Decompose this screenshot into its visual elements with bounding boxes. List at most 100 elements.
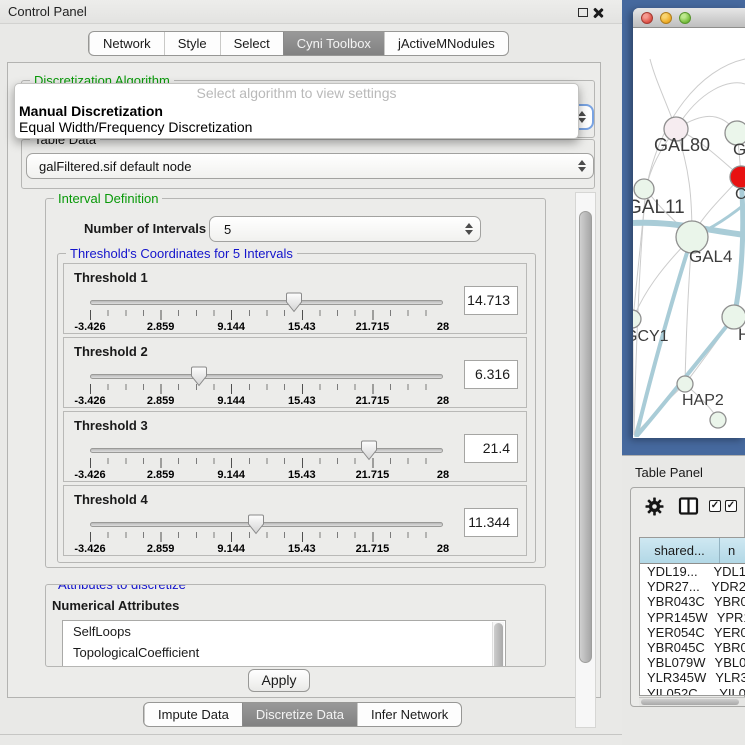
slider-ticks: [90, 384, 443, 394]
slider-track[interactable]: [90, 448, 443, 453]
threshold-list: Threshold 1 -3.426: [63, 263, 527, 556]
threshold-slider[interactable]: -3.426 2.859 9.144 15.43 21.715 28: [90, 294, 443, 334]
scrollbar-thumb[interactable]: [641, 699, 739, 705]
checkbox-icon[interactable]: ✓: [725, 500, 737, 512]
network-node-label: GAL11: [633, 197, 685, 218]
panel-scrollbar[interactable]: [575, 192, 596, 728]
table-row[interactable]: YDL19... YDL1: [640, 564, 745, 579]
zoom-traffic-light-icon[interactable]: [679, 12, 691, 24]
threshold-value-field[interactable]: 6.316: [464, 360, 518, 389]
top-tab[interactable]: Style: [164, 32, 220, 55]
bottom-tab[interactable]: Discretize Data: [242, 703, 357, 726]
column-header[interactable]: shared...: [640, 538, 720, 563]
table-row[interactable]: YBL079W YBL0: [640, 655, 745, 670]
group-title: Threshold's Coordinates for 5 Intervals: [66, 246, 297, 261]
minimize-traffic-light-icon[interactable]: [660, 12, 672, 24]
threshold-panel: Threshold 1 -3.426: [63, 263, 527, 334]
column-header[interactable]: n: [720, 538, 745, 563]
slider-ticks: [90, 532, 443, 542]
threshold-slider[interactable]: -3.426 2.859 9.144 15.43 21.715 28: [90, 516, 443, 556]
table-panel-title: Table Panel: [635, 465, 703, 480]
apply-button[interactable]: Apply: [248, 669, 310, 692]
slider-tick-label: 15.43: [288, 395, 316, 407]
slider-tick-label: 2.859: [147, 395, 175, 407]
top-tab[interactable]: Cyni Toolbox: [283, 32, 384, 55]
network-node-label: G: [733, 140, 745, 159]
network-node[interactable]: [634, 179, 654, 199]
threshold-panel: Threshold 2 -3.426: [63, 337, 527, 408]
slider-tick-label: 28: [437, 469, 449, 481]
slider-track[interactable]: [90, 374, 443, 379]
dropdown-item[interactable]: Manual Discretization: [15, 103, 578, 119]
threshold-value-field[interactable]: 21.4: [464, 434, 518, 463]
network-node-label: GAL80: [654, 135, 710, 155]
combo-stepper-icon: [578, 160, 586, 172]
slider-tick-label: 9.144: [217, 469, 245, 481]
top-tab[interactable]: jActiveMNodules: [384, 32, 508, 55]
table-row[interactable]: YBR043C YBR0: [640, 594, 745, 609]
window-bottom-edge: [0, 734, 622, 735]
checkbox-icon[interactable]: ✓: [709, 500, 721, 512]
table-horizontal-scrollbar[interactable]: [639, 697, 745, 706]
slider-ticks: [90, 458, 443, 468]
table-row[interactable]: YIL052C YIL0: [640, 686, 745, 697]
numerical-attributes-label: Numerical Attributes: [52, 598, 179, 613]
list-item[interactable]: SelfLoops: [63, 621, 505, 642]
table-panel-header: Table Panel: [622, 455, 745, 487]
columns-icon[interactable]: [678, 496, 699, 517]
float-window-icon[interactable]: [578, 8, 588, 17]
control-panel-titlebar: Control Panel: [0, 0, 622, 24]
node-table: shared... n YDL19... YDL1 YDR27... YDR2 …: [639, 537, 745, 696]
network-node-label: H: [738, 325, 745, 344]
algorithm-dropdown-popup: Select algorithm to view settings Manual…: [14, 83, 579, 139]
slider-tick-label: 15.43: [288, 469, 316, 481]
threshold-label: Threshold 4: [74, 492, 148, 507]
network-node-label: GCY1: [633, 328, 669, 345]
network-node[interactable]: [710, 412, 726, 428]
top-tab[interactable]: Select: [220, 32, 283, 55]
list-item[interactable]: TopologicalCoefficient: [63, 642, 505, 663]
table-body: YDL19... YDL1 YDR27... YDR2 YBR043C YBR0…: [640, 564, 745, 696]
combo-stepper-icon: [465, 223, 473, 235]
threshold-panel: Threshold 4 -3.426: [63, 485, 527, 556]
number-of-intervals-combobox[interactable]: 5: [209, 216, 481, 242]
threshold-slider[interactable]: -3.426 2.859 9.144 15.43 21.715 28: [90, 368, 443, 408]
scrollbar-thumb[interactable]: [579, 211, 592, 663]
threshold-slider[interactable]: -3.426 2.859 9.144 15.43 21.715 28: [90, 442, 443, 482]
number-of-intervals-label: Number of Intervals: [84, 221, 206, 236]
dropdown-item[interactable]: Equal Width/Frequency Discretization: [15, 119, 578, 135]
close-icon[interactable]: [592, 7, 603, 18]
threshold-value-field[interactable]: 14.713: [464, 286, 518, 315]
table-row[interactable]: YLR345W YLR3: [640, 670, 745, 685]
threshold-label: Threshold 2: [74, 344, 148, 359]
gear-icon[interactable]: [645, 497, 664, 516]
table-row[interactable]: YER054C YER0: [640, 625, 745, 640]
window-title: Control Panel: [8, 4, 87, 19]
close-traffic-light-icon[interactable]: [641, 12, 653, 24]
network-window-titlebar[interactable]: [633, 8, 745, 28]
list-scrollbar[interactable]: [492, 622, 504, 667]
network-node[interactable]: [677, 376, 693, 392]
slider-track[interactable]: [90, 522, 443, 527]
bottom-tab[interactable]: Infer Network: [357, 703, 461, 726]
bottom-tab[interactable]: Impute Data: [144, 703, 242, 726]
threshold-value-field[interactable]: 11.344: [464, 508, 518, 537]
table-data-combobox[interactable]: galFiltered.sif default node: [26, 153, 594, 179]
slider-tick-label: 9.144: [217, 395, 245, 407]
table-row[interactable]: YPR145W YPR1: [640, 610, 745, 625]
list-item[interactable]: BetweennessCentrality: [63, 663, 505, 667]
slider-tick-label: 15.43: [288, 321, 316, 333]
slider-ticks: [90, 310, 443, 320]
group-title: Interval Definition: [54, 191, 162, 206]
table-header-row: shared... n: [640, 538, 745, 564]
threshold-panel: Threshold 3 -3.426: [63, 411, 527, 482]
slider-tick-label: 15.43: [288, 543, 316, 555]
slider-tick-label: -3.426: [74, 321, 105, 333]
slider-tick-label: 28: [437, 543, 449, 555]
network-canvas[interactable]: GAL80GCGAL11GAL4GCY1HHAP2: [633, 28, 745, 437]
slider-track[interactable]: [90, 300, 443, 305]
table-row[interactable]: YDR27... YDR2: [640, 579, 745, 594]
network-node[interactable]: [633, 310, 641, 328]
top-tab[interactable]: Network: [89, 32, 164, 55]
table-row[interactable]: YBR045C YBR0: [640, 640, 745, 655]
